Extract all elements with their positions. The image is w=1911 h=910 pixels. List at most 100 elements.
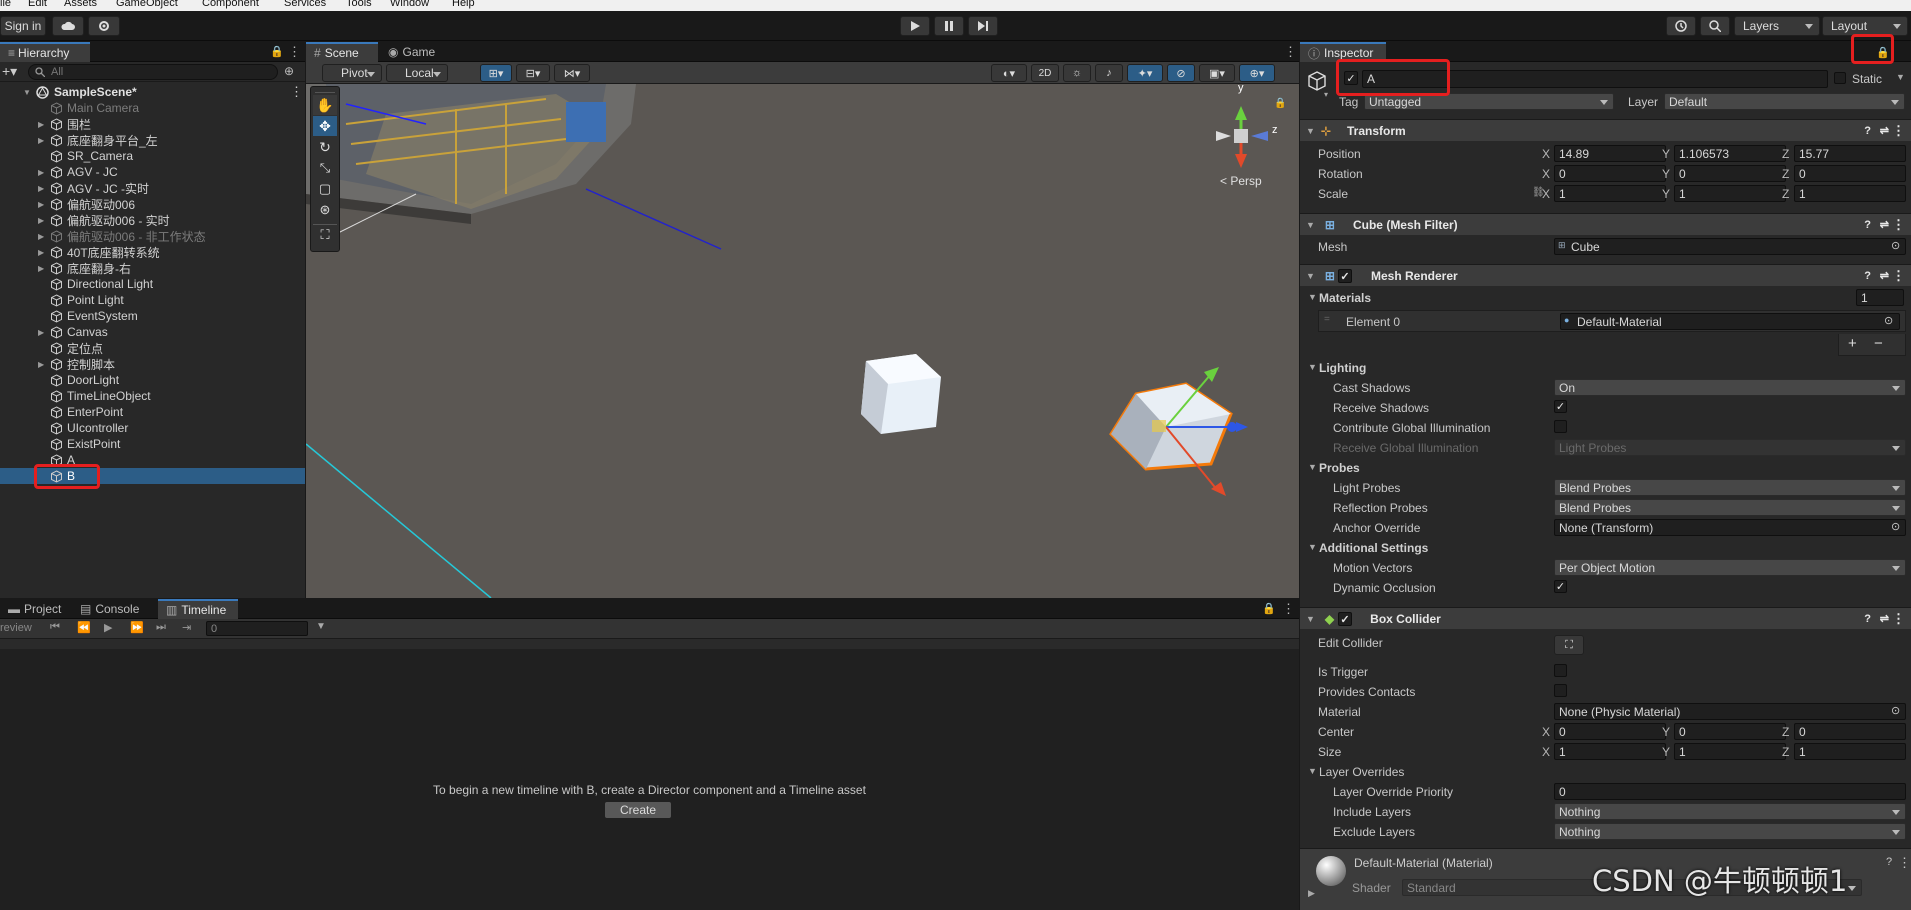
scale-z-field[interactable]: 1 (1794, 185, 1906, 202)
hierarchy-item[interactable]: ▶ AGV - JC -实时 (0, 180, 305, 196)
menu-help[interactable]: Help (452, 0, 475, 9)
menu-component[interactable]: Component (202, 0, 259, 9)
receive-shadows-checkbox[interactable]: ✓ (1554, 400, 1567, 413)
more-icon[interactable]: ⋮ (1282, 601, 1295, 617)
layout-dropdown[interactable]: Layout (1822, 16, 1908, 36)
expand-arrow-icon[interactable]: ▶ (38, 360, 44, 369)
gizmo-z-arrow[interactable] (1236, 422, 1248, 432)
collider-material-field[interactable]: None (Physic Material) (1554, 703, 1906, 720)
transform-header[interactable]: ▼ ⊹ Transform ? ⇌ ⋮ (1300, 119, 1911, 141)
menu-assets[interactable]: Assets (64, 0, 97, 9)
hierarchy-item[interactable]: ▶ 40T底座翻转系统 (0, 244, 305, 260)
center-z-field[interactable]: 0 (1794, 723, 1906, 740)
size-x-field[interactable]: 1 (1554, 743, 1666, 760)
orient-z-cone[interactable] (1251, 131, 1268, 141)
layer-override-priority-field[interactable]: 0 (1554, 783, 1906, 800)
center-x-field[interactable]: 0 (1554, 723, 1666, 740)
hierarchy-item[interactable]: ▶ Canvas (0, 324, 305, 340)
hierarchy-item[interactable]: ▶ 围栏 (0, 116, 305, 132)
component-menu-icon[interactable]: ⋮ (1898, 855, 1911, 871)
layer-dropdown[interactable]: Default (1664, 93, 1905, 110)
component-menu-icon[interactable]: ⋮ (1892, 217, 1905, 233)
create-button[interactable]: Create (604, 801, 672, 819)
scale-tool-icon[interactable]: ⤡ (313, 158, 337, 178)
size-z-field[interactable]: 1 (1794, 743, 1906, 760)
expand-arrow-icon[interactable]: ▼ (1306, 271, 1315, 281)
hierarchy-item[interactable]: SR_Camera (0, 148, 305, 164)
expand-arrow-icon[interactable]: ▼ (1308, 542, 1317, 552)
tab-game[interactable]: ◉ Game (380, 42, 446, 62)
expand-arrow-icon[interactable]: ▼ (1306, 614, 1315, 624)
orient-center[interactable] (1234, 129, 1248, 143)
lock-icon[interactable]: 🔒 (270, 45, 284, 58)
expand-arrow-icon[interactable]: ▼ (1308, 462, 1317, 472)
expand-arrow-icon[interactable]: ▶ (38, 216, 44, 225)
last-frame-icon[interactable]: ⏭ (156, 621, 166, 634)
rect-tool-icon[interactable]: ▢ (313, 179, 337, 199)
scale-y-field[interactable]: 1 (1674, 185, 1786, 202)
provides-contacts-checkbox[interactable] (1554, 684, 1567, 697)
orient-x-cone[interactable] (1235, 154, 1247, 168)
component-menu-icon[interactable]: ⋮ (1892, 268, 1905, 284)
2d-toggle[interactable]: 2D (1031, 64, 1059, 82)
hierarchy-item[interactable]: ExistPoint (0, 436, 305, 452)
mesh-renderer-enabled-checkbox[interactable]: ✓ (1338, 269, 1352, 283)
next-frame-icon[interactable]: ⏩ (130, 621, 144, 634)
contribute-gi-checkbox[interactable] (1554, 420, 1567, 433)
hierarchy-item[interactable]: Point Light (0, 292, 305, 308)
scale-x-field[interactable]: 1 (1554, 185, 1666, 202)
layers-dropdown[interactable]: Layers (1734, 16, 1820, 36)
tab-scene[interactable]: # Scene (306, 42, 378, 62)
hierarchy-item[interactable]: ▶ 底座翻身-右 (0, 260, 305, 276)
hierarchy-item[interactable]: ▶ 偏航驱动006 - 非工作状态 (0, 228, 305, 244)
size-y-field[interactable]: 1 (1674, 743, 1786, 760)
mesh-field[interactable]: Cube (1554, 238, 1906, 255)
help-icon[interactable]: ? (1864, 125, 1871, 137)
expand-arrow-icon[interactable]: ▼ (1308, 766, 1317, 776)
hierarchy-item[interactable]: EventSystem (0, 308, 305, 324)
first-frame-icon[interactable]: ⏮ (50, 621, 60, 634)
hierarchy-item[interactable]: ▶ 控制脚本 (0, 356, 305, 372)
edit-collider-button[interactable]: ⛶ (1554, 635, 1584, 655)
transform-tool-icon[interactable]: ⊛ (313, 200, 337, 220)
hierarchy-search-input[interactable]: All (28, 64, 278, 80)
scene-menu-icon[interactable]: ⋮ (290, 84, 303, 100)
component-menu-icon[interactable]: ⋮ (1892, 611, 1905, 627)
menu-services[interactable]: Services (284, 0, 326, 9)
pivot-dropdown[interactable]: Pivot (322, 64, 382, 82)
gizmo-plane-handle[interactable] (1152, 420, 1166, 432)
add-icon[interactable]: +▾ (2, 63, 17, 80)
anchor-override-field[interactable]: None (Transform) (1554, 519, 1906, 536)
component-menu-icon[interactable]: ⋮ (1892, 123, 1905, 139)
expand-arrow-icon[interactable]: ▼ (23, 88, 31, 97)
hidden-objects-toggle[interactable]: ⊘ (1167, 64, 1195, 82)
hierarchy-item[interactable]: Directional Light (0, 276, 305, 292)
hierarchy-item[interactable]: ▶ 偏航驱动006 (0, 196, 305, 212)
hierarchy-item[interactable]: ▶ 偏航驱动006 - 实时 (0, 212, 305, 228)
preset-icon[interactable]: ⇌ (1880, 124, 1889, 137)
chevron-down-icon[interactable]: ▼ (316, 621, 326, 632)
frame-input[interactable]: 0 (206, 621, 308, 636)
lighting-toggle[interactable]: ☼ (1063, 64, 1091, 82)
expand-arrow-icon[interactable]: ▶ (1308, 888, 1315, 899)
position-y-field[interactable]: 1.106573 (1674, 145, 1786, 162)
lock-view-icon[interactable]: 🔒 (1274, 98, 1286, 109)
rotation-z-field[interactable]: 0 (1794, 165, 1906, 182)
palette-handle[interactable] (315, 87, 335, 93)
help-icon[interactable]: ? (1886, 856, 1892, 868)
help-icon[interactable]: ? (1864, 219, 1871, 231)
loop-icon[interactable]: ⇥ (182, 621, 191, 634)
expand-arrow-icon[interactable]: ▼ (1308, 362, 1317, 372)
effects-dropdown[interactable]: ✦▾ (1127, 64, 1163, 82)
perspective-label[interactable]: < Persp (1220, 174, 1262, 188)
pause-button[interactable] (934, 16, 964, 36)
help-icon[interactable]: ? (1864, 613, 1871, 625)
remove-element-button[interactable]: − (1874, 335, 1883, 352)
position-x-field[interactable]: 14.89 (1554, 145, 1666, 162)
hierarchy-item[interactable]: ▶ 底座翻身平台_左 (0, 132, 305, 148)
expand-arrow-icon[interactable]: ▶ (38, 168, 44, 177)
hierarchy-item[interactable]: ▶ AGV - JC (0, 164, 305, 180)
expand-arrow-icon[interactable]: ▶ (38, 136, 44, 145)
hand-tool-icon[interactable]: ✋ (313, 95, 337, 115)
motion-vectors-dropdown[interactable]: Per Object Motion (1554, 559, 1906, 576)
